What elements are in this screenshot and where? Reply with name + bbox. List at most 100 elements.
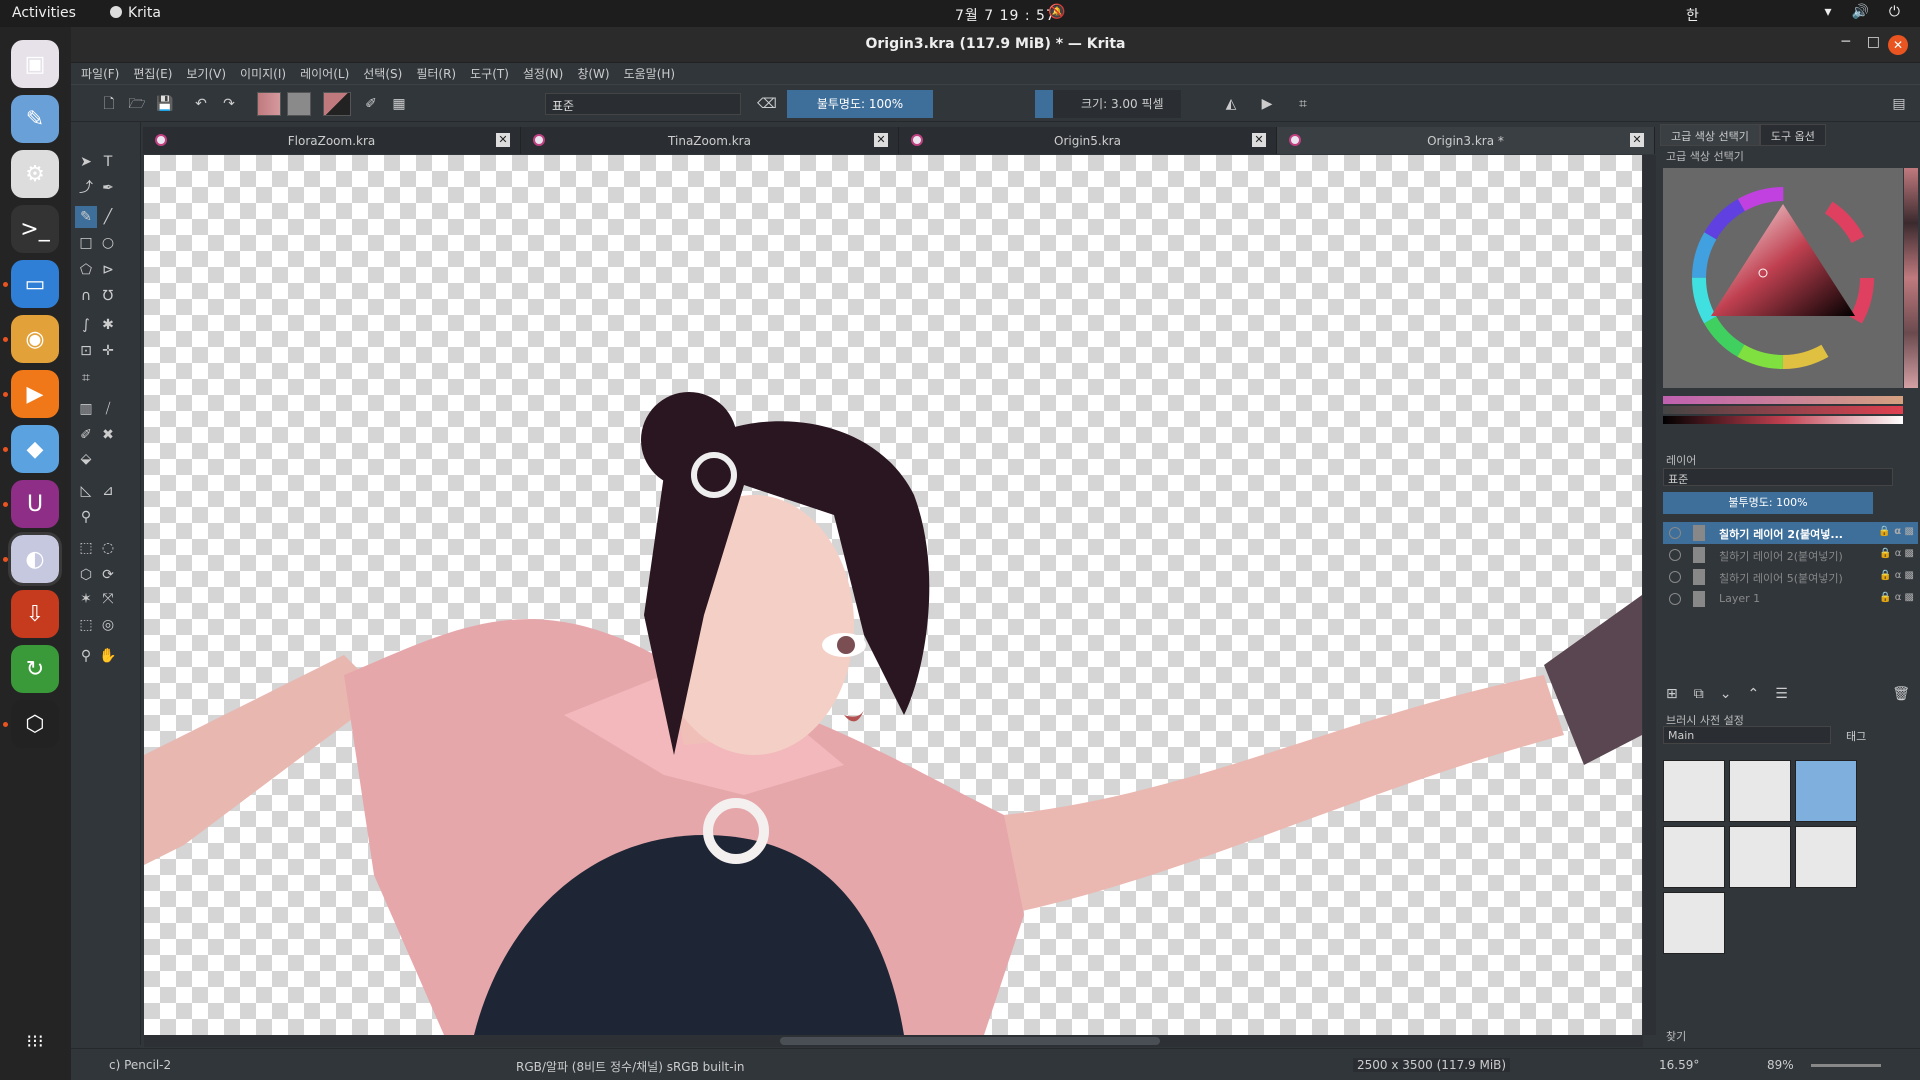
close-window-button[interactable]: ✕ <box>1888 35 1908 55</box>
status-rotation[interactable]: 16.59° <box>1659 1058 1699 1072</box>
bucket-icon[interactable]: ⬙ <box>75 448 97 470</box>
duplicate-layer-icon[interactable]: ⧉ <box>1694 686 1704 702</box>
saturation-slider[interactable] <box>1663 406 1903 414</box>
workspace-icon[interactable]: ▦ <box>389 94 409 114</box>
multibrush-icon[interactable]: ✱ <box>97 314 119 336</box>
brush-preset-pencil[interactable] <box>1795 760 1857 822</box>
gradient-swatch[interactable] <box>257 92 281 116</box>
move-down-icon[interactable]: ⌄ <box>1720 686 1732 702</box>
panel-toggle-icon[interactable]: ▤ <box>1889 94 1909 114</box>
status-image-size[interactable]: 2500 x 3500 (117.9 MiB) <box>1353 1058 1511 1072</box>
files-icon[interactable]: ▭ <box>11 260 59 308</box>
visibility-eye-icon[interactable] <box>1669 571 1681 583</box>
brush-size-slider[interactable]: 크기: 3.00 픽셀 <box>1035 90 1181 118</box>
ellipse-tool-icon[interactable]: ○ <box>97 232 119 254</box>
fg-bg-color-selector[interactable] <box>323 92 351 116</box>
layer-opacity-slider[interactable]: 불투명도: 100% <box>1663 492 1873 514</box>
brush-search-label[interactable]: 찾기 <box>1666 1028 1686 1044</box>
brush-preset-wet[interactable] <box>1663 892 1725 954</box>
rectangle-tool-icon[interactable]: □ <box>75 232 97 254</box>
terminal-icon[interactable]: >_ <box>11 205 59 253</box>
pencil-app-icon[interactable]: ✎ <box>11 95 59 143</box>
wifi-icon[interactable]: ▾ <box>1824 4 1831 20</box>
polyline-tool-icon[interactable]: ⊳ <box>97 259 119 281</box>
rect-select-icon[interactable]: ⬚ <box>75 537 97 559</box>
pattern-swatch[interactable] <box>287 92 311 116</box>
visibility-eye-icon[interactable] <box>1669 527 1681 539</box>
layer-row[interactable]: 칠하기 레이어 2(붙여넣기) 🔒 α ▩ <box>1663 544 1918 566</box>
select-shape-icon[interactable]: ➤ <box>75 151 97 173</box>
brush-tag-select[interactable]: Main <box>1663 726 1831 744</box>
foxit-reader-icon[interactable]: ◆ <box>11 425 59 473</box>
brush-preset-icon[interactable]: ✐ <box>361 94 381 114</box>
unity-icon[interactable]: ⬡ <box>11 700 59 748</box>
status-zoom[interactable]: 89% <box>1767 1058 1794 1072</box>
smart-patch-icon[interactable]: ✐ <box>75 424 97 446</box>
brush-preset-ink[interactable] <box>1663 826 1725 888</box>
edit-shape-icon[interactable]: ⤴ <box>75 177 97 199</box>
menu-item[interactable]: 도움말(H) <box>624 65 676 82</box>
visibility-eye-icon[interactable] <box>1669 593 1681 605</box>
color-wheel-selector[interactable] <box>1663 168 1903 388</box>
layer-lock-alpha-icons[interactable]: 🔒 α ▩ <box>1878 526 1914 537</box>
fill-tool-icon[interactable]: ✖ <box>97 424 119 446</box>
layer-properties-icon[interactable]: ☰ <box>1775 686 1788 702</box>
brush-preset-blender[interactable] <box>1795 826 1857 888</box>
scroll-thumb[interactable] <box>780 1037 1160 1045</box>
menu-item[interactable]: 이미지(I) <box>240 65 286 82</box>
close-tab-icon[interactable]: ✕ <box>1630 133 1644 147</box>
freehand-brush-icon[interactable]: ✎ <box>75 206 97 228</box>
brush-tag-button[interactable]: 태그 <box>1846 728 1866 744</box>
app-menu[interactable]: Krita <box>110 5 161 21</box>
zoom-tool-icon[interactable]: ⚲ <box>75 645 97 667</box>
menu-item[interactable]: 설정(N) <box>523 65 563 82</box>
save-icon[interactable]: 💾 <box>155 94 175 114</box>
tab-tool-options[interactable]: 도구 옵션 <box>1759 124 1826 146</box>
brush-preset-eraser[interactable] <box>1663 760 1725 822</box>
layer-row[interactable]: 칠하기 레이어 5(붙여넣기) 🔒 α ▩ <box>1663 566 1918 588</box>
freehand-select-icon[interactable]: ⟳ <box>97 564 119 586</box>
pan-tool-icon[interactable]: ✋ <box>97 645 119 667</box>
power-icon[interactable]: ⏻ <box>1889 4 1900 20</box>
document-tab[interactable]: Origin3.kra * ✕ <box>1277 127 1655 154</box>
media-player-icon[interactable]: ▶ <box>11 370 59 418</box>
gradient-tool-icon[interactable]: ▥ <box>75 398 97 420</box>
line-tool-icon[interactable]: ╱ <box>97 206 119 228</box>
update-manager-icon[interactable]: ↻ <box>11 645 59 693</box>
color-picker-icon[interactable]: ⧸ <box>97 398 119 420</box>
eraser-icon[interactable]: ⌫ <box>757 94 777 114</box>
move-up-icon[interactable]: ⌃ <box>1747 686 1759 702</box>
menu-item[interactable]: 보기(V) <box>186 65 226 82</box>
clock[interactable]: 7월 7 19 : 57 <box>955 5 1056 25</box>
tab-advanced-color-selector[interactable]: 고급 색상 선택기 <box>1660 124 1760 146</box>
krita-doc-icon[interactable]: ▣ <box>11 40 59 88</box>
show-apps-icon[interactable]: ⁝⁝⁝ <box>11 1017 59 1065</box>
unity-hub-icon[interactable]: U <box>11 480 59 528</box>
layer-lock-alpha-icons[interactable]: 🔒 α ▩ <box>1879 548 1914 559</box>
menu-item[interactable]: 레이어(L) <box>300 65 349 82</box>
document-tab[interactable]: FloraZoom.kra ✕ <box>143 127 521 154</box>
assistant-tool-icon[interactable]: ⊿ <box>97 480 119 502</box>
freehand-path-icon[interactable]: ℧ <box>97 285 119 307</box>
downloader-icon[interactable]: ⇩ <box>11 590 59 638</box>
similar-select-icon[interactable]: ⤧ <box>97 588 119 610</box>
transform-tool-icon[interactable]: ⊡ <box>75 340 97 362</box>
bezier-select-icon[interactable]: ⬚ <box>75 614 97 636</box>
brush-preset-watercolor[interactable] <box>1729 826 1791 888</box>
contiguous-select-icon[interactable]: ✶ <box>75 588 97 610</box>
color-history-strip[interactable] <box>1904 168 1918 388</box>
blend-mode-select[interactable]: 표준 <box>545 93 741 115</box>
vertical-scrollbar[interactable] <box>1643 155 1656 1035</box>
layer-lock-alpha-icons[interactable]: 🔒 α ▩ <box>1879 592 1914 603</box>
layer-lock-alpha-icons[interactable]: 🔒 α ▩ <box>1879 570 1914 581</box>
settings-icon[interactable]: ⚙ <box>11 150 59 198</box>
visibility-eye-icon[interactable] <box>1669 549 1681 561</box>
bezier-tool-icon[interactable]: ∩ <box>75 285 97 307</box>
delete-layer-icon[interactable]: 🗑 <box>1892 686 1910 702</box>
close-tab-icon[interactable]: ✕ <box>1252 133 1266 147</box>
maximize-button[interactable]: □ <box>1867 34 1880 50</box>
close-tab-icon[interactable]: ✕ <box>874 133 888 147</box>
horizontal-scrollbar[interactable] <box>144 1035 1643 1047</box>
brush-preset-airbrush[interactable] <box>1729 760 1791 822</box>
layer-row[interactable]: Layer 1 🔒 α ▩ <box>1663 588 1918 610</box>
